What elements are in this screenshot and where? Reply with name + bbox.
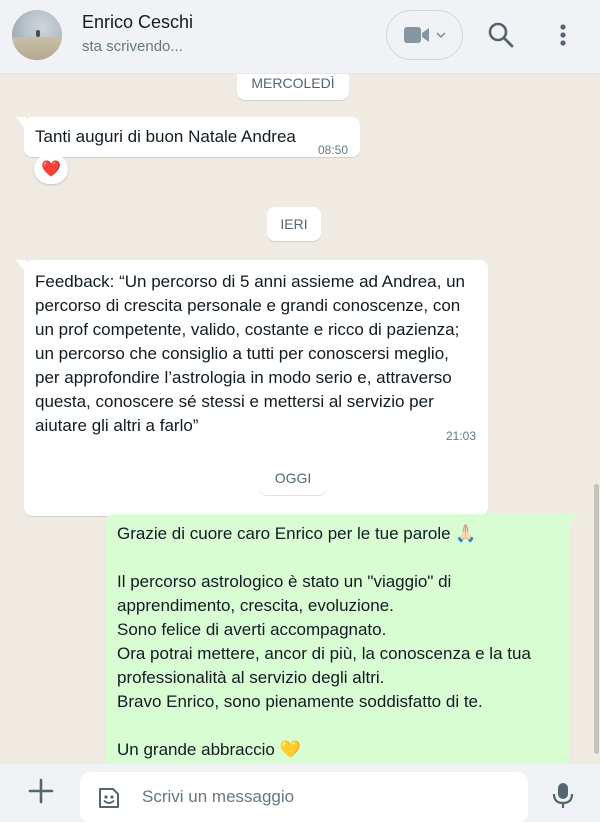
date-divider-yesterday: IERI	[267, 207, 321, 241]
avatar-photo-shore	[12, 37, 62, 60]
contact-name[interactable]: Enrico Ceschi	[82, 12, 193, 33]
plus-icon[interactable]	[26, 776, 56, 806]
typing-status: sta scrivendo...	[82, 38, 183, 55]
message-time: 08:50	[318, 143, 349, 157]
microphone-icon[interactable]	[550, 780, 576, 810]
message-list[interactable]: MERCOLEDÌ Tanti auguri di buon Natale An…	[0, 74, 600, 764]
message-text: Tanti auguri di buon Natale Andrea	[35, 127, 296, 146]
video-call-button[interactable]	[386, 10, 463, 60]
chat-header: Enrico Ceschi sta scrivendo...	[0, 0, 600, 74]
heart-reaction[interactable]: ❤️	[34, 154, 68, 184]
date-divider-today: OGGI	[259, 461, 327, 495]
sticker-icon[interactable]	[96, 785, 122, 811]
message-time: 21:03	[446, 429, 477, 443]
video-camera-icon	[403, 27, 429, 43]
search-icon[interactable]	[486, 20, 516, 50]
bubble-tail	[16, 260, 26, 273]
more-vertical-icon[interactable]	[550, 20, 576, 50]
bubble-tail	[568, 514, 578, 527]
chevron-down-icon	[435, 32, 446, 39]
incoming-message[interactable]: Tanti auguri di buon Natale Andrea 08:50	[16, 117, 360, 157]
incoming-message[interactable]: Feedback: “Un percorso di 5 anni assieme…	[16, 260, 488, 516]
heart-icon: ❤️	[41, 161, 61, 178]
message-input[interactable]	[142, 780, 512, 814]
avatar[interactable]	[12, 10, 62, 60]
message-text: Grazie di cuore caro Enrico per le tue p…	[117, 524, 531, 759]
avatar-photo-figure	[36, 30, 40, 37]
message-text: Feedback: “Un percorso di 5 anni assieme…	[35, 272, 465, 435]
date-divider-wednesday: MERCOLEDÌ	[237, 74, 349, 100]
scrollbar[interactable]	[594, 484, 599, 754]
message-input-box[interactable]	[80, 772, 528, 822]
bubble-tail	[16, 117, 26, 130]
outgoing-message[interactable]: Grazie di cuore caro Enrico per le tue p…	[106, 514, 578, 764]
composer-bar	[0, 764, 600, 822]
